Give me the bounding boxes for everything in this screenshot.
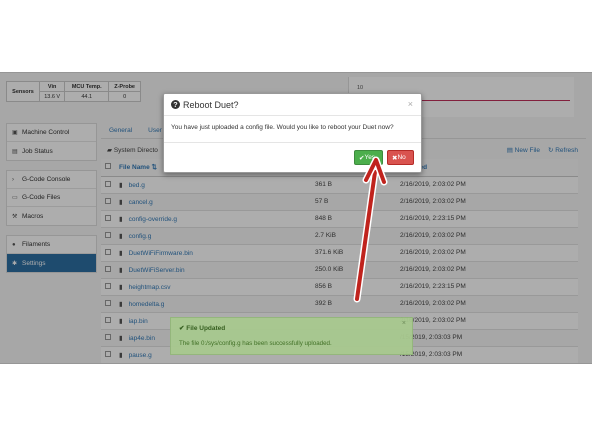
screenshot-stage: Sensors Vin MCU Temp. Z-Probe 13.6 V 44.… bbox=[0, 0, 592, 444]
no-button[interactable]: ✖ No bbox=[387, 150, 414, 165]
svg-text:?: ? bbox=[173, 100, 177, 109]
toast-title: ✔ File Updated bbox=[179, 325, 226, 332]
dialog-footer: ✔ Yes ✖ No bbox=[354, 150, 414, 165]
dialog-message: You have just uploaded a config file. Wo… bbox=[164, 116, 421, 143]
close-icon[interactable]: × bbox=[408, 99, 413, 109]
close-icon[interactable]: × bbox=[402, 320, 406, 327]
toast-message: The file 0:/sys/config.g has been succes… bbox=[179, 340, 332, 347]
dialog-title: Reboot Duet? bbox=[183, 99, 239, 110]
question-circle-icon: ? bbox=[171, 100, 180, 109]
reboot-dialog: ? Reboot Duet? × You have just uploaded … bbox=[163, 93, 422, 173]
dialog-header: ? Reboot Duet? bbox=[164, 94, 421, 116]
yes-button[interactable]: ✔ Yes bbox=[354, 150, 383, 165]
file-updated-toast[interactable]: ✔ File Updated The file 0:/sys/config.g … bbox=[170, 317, 413, 355]
